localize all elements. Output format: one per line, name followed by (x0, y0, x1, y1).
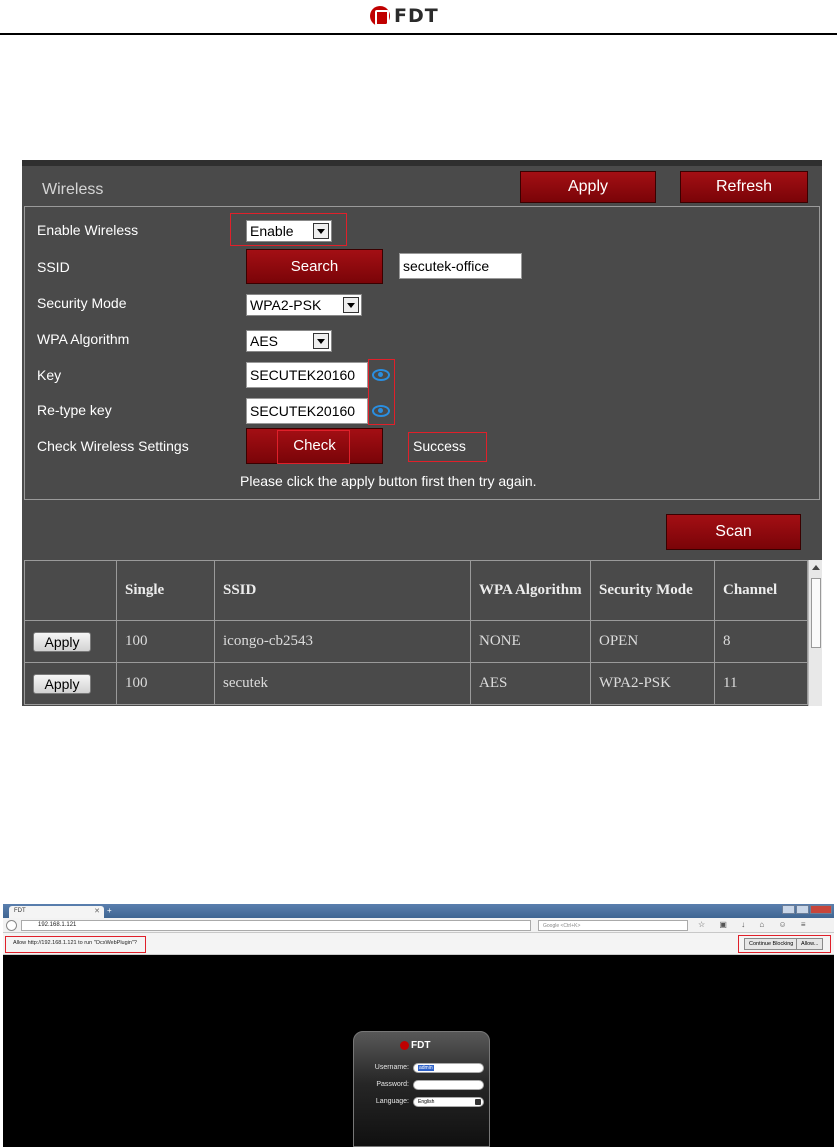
login-dialog: FDT Username: admin Password: Language: … (353, 1031, 490, 1147)
window-controls (782, 905, 832, 914)
panel-title: Wireless (42, 181, 104, 198)
highlight-notification (5, 936, 146, 953)
key-label: Key (37, 367, 62, 383)
highlight-success (408, 432, 487, 462)
retype-key-input[interactable]: SECUTEK20160 (246, 398, 368, 424)
login-logo: FDT (400, 1040, 430, 1051)
username-field[interactable]: admin (413, 1063, 484, 1073)
fdt-logo: FDT (370, 5, 439, 27)
cell-ssid: secutek (214, 662, 471, 705)
access-point-table: Single SSID WPA Algorithm Security Mode … (24, 560, 808, 705)
cell-security: OPEN (590, 620, 715, 663)
cell-channel: 8 (714, 620, 808, 663)
security-mode-select[interactable]: WPA2-PSK (246, 294, 362, 316)
window-close-icon[interactable] (810, 905, 832, 914)
password-field[interactable] (413, 1080, 484, 1090)
new-tab-icon[interactable]: + (107, 906, 112, 915)
key-input[interactable]: SECUTEK20160 (246, 362, 368, 388)
header-divider (0, 33, 837, 35)
plugin-notification-bar: Allow http://192.168.1.121 to run "OcxWe… (3, 933, 834, 955)
fdt-logo-icon (370, 6, 390, 26)
row-apply-button[interactable]: Apply (33, 631, 91, 652)
cell-ssid: icongo-cb2543 (214, 620, 471, 663)
scan-button[interactable]: Scan (666, 514, 801, 550)
row-action-cell: Apply (24, 662, 117, 705)
url-bar[interactable]: 192.168.1.121 (21, 920, 531, 931)
back-arrow-icon[interactable] (6, 920, 17, 931)
browser-titlebar: FDT ✕ + (3, 904, 834, 918)
col-header-ssid: SSID (214, 560, 471, 621)
wpa-algorithm-value: AES (250, 333, 279, 349)
wireless-form: Enable Wireless Enable SSID Search secut… (24, 206, 820, 500)
ssid-label: SSID (37, 259, 70, 275)
enable-wireless-label: Enable Wireless (37, 222, 139, 238)
chevron-down-icon (343, 297, 359, 313)
retype-key-label: Re-type key (37, 402, 112, 418)
document-header: FDT (0, 0, 837, 36)
apply-button[interactable]: Apply (520, 171, 656, 203)
username-value: admin (418, 1065, 434, 1071)
check-settings-label: Check Wireless Settings (37, 438, 189, 454)
scroll-up-icon[interactable] (812, 565, 820, 570)
username-label: Username: (374, 1064, 409, 1071)
cell-single: 100 (116, 662, 215, 705)
table-row: Apply 100 secutek AES WPA2-PSK 11 (24, 662, 808, 705)
search-input[interactable]: Google <Ctrl+K> (538, 920, 688, 931)
language-select[interactable]: English (413, 1097, 484, 1107)
highlight-allow-buttons (738, 935, 831, 953)
language-label: Language: (375, 1098, 409, 1105)
cell-channel: 11 (714, 662, 808, 705)
cell-wpa: NONE (470, 620, 591, 663)
toolbar-icons[interactable]: ☆ ▣ ↓ ⌂ ☺ ≡ (698, 920, 812, 929)
ssid-input[interactable]: secutek-office (399, 253, 522, 279)
col-header-single: Single (116, 560, 215, 621)
security-mode-label: Security Mode (37, 295, 127, 311)
close-icon[interactable]: ✕ (94, 907, 100, 915)
refresh-button[interactable]: Refresh (680, 171, 808, 203)
col-header-channel: Channel (714, 560, 808, 621)
wpa-algorithm-select[interactable]: AES (246, 330, 332, 352)
chevron-down-icon (475, 1099, 481, 1105)
language-value: English (418, 1099, 435, 1105)
minimize-icon[interactable] (782, 905, 795, 914)
logo-text: FDT (394, 5, 439, 27)
login-logo-text: FDT (411, 1040, 431, 1051)
manual-page: FDT Wireless Apply Refresh Enable Wirele… (0, 0, 837, 1147)
security-mode-value: WPA2-PSK (250, 297, 322, 313)
highlight-check-button (277, 430, 350, 464)
browser-tab[interactable]: FDT ✕ (9, 906, 104, 918)
col-header-action (24, 560, 117, 621)
password-label: Password: (376, 1081, 409, 1088)
scrollbar-thumb[interactable] (811, 578, 821, 648)
maximize-icon[interactable] (796, 905, 809, 914)
panel-top-strip (22, 160, 822, 166)
browser-navbar: 192.168.1.121 Google <Ctrl+K> ☆ ▣ ↓ ⌂ ☺ … (3, 918, 834, 933)
cell-security: WPA2-PSK (590, 662, 715, 705)
col-header-wpa: WPA Algorithm (470, 560, 591, 621)
table-scrollbar[interactable] (808, 560, 822, 706)
wireless-settings-screenshot: Wireless Apply Refresh Enable Wireless E… (22, 160, 822, 706)
fdt-logo-icon (400, 1041, 409, 1050)
search-button[interactable]: Search (246, 249, 383, 284)
row-apply-button[interactable]: Apply (33, 673, 91, 694)
cell-wpa: AES (470, 662, 591, 705)
eye-icon[interactable] (372, 405, 390, 417)
cell-single: 100 (116, 620, 215, 663)
browser-login-screenshot: FDT ✕ + 192.168.1.121 Google <Ctrl+K> ☆ … (3, 904, 834, 1147)
apply-first-note: Please click the apply button first then… (240, 473, 537, 489)
wpa-algorithm-label: WPA Algorithm (37, 331, 130, 347)
row-action-cell: Apply (24, 620, 117, 663)
highlight-enable-wireless (230, 213, 347, 246)
table-header-row: Single SSID WPA Algorithm Security Mode … (24, 560, 808, 621)
chevron-down-icon (313, 333, 329, 349)
tab-title: FDT (14, 908, 26, 914)
table-row: Apply 100 icongo-cb2543 NONE OPEN 8 (24, 620, 808, 663)
col-header-security: Security Mode (590, 560, 715, 621)
